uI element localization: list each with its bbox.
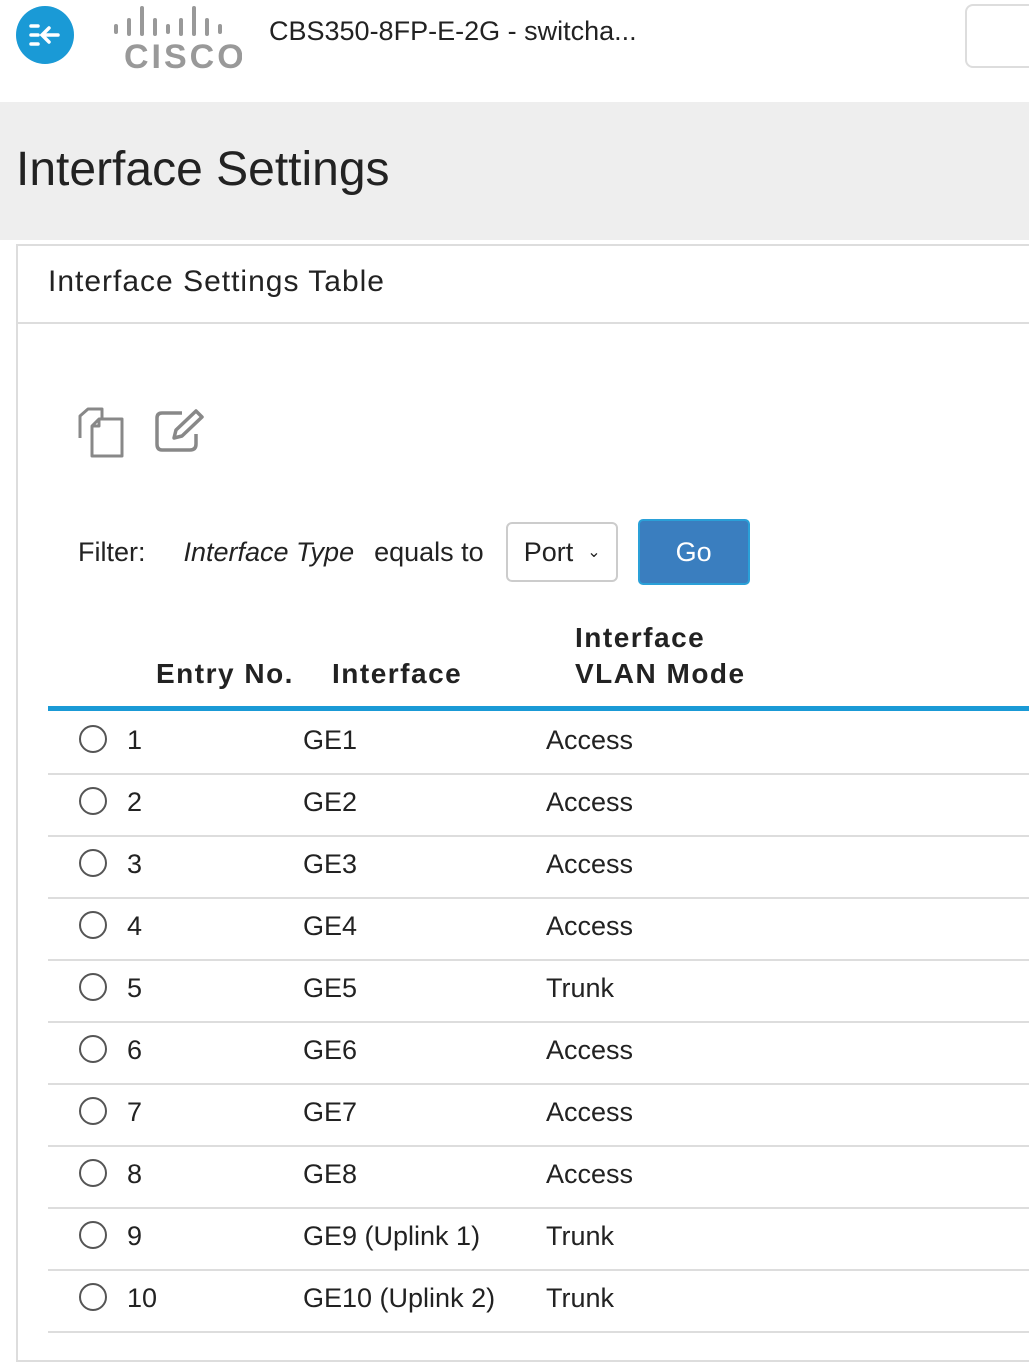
- interface-name: GE7: [303, 1097, 358, 1127]
- row-radio[interactable]: [79, 973, 107, 1001]
- row-radio[interactable]: [79, 725, 107, 753]
- table-row[interactable]: 1 GE1 Access: [48, 711, 1029, 775]
- entry-no: 6: [127, 1035, 143, 1065]
- interface-name: GE4: [303, 911, 358, 941]
- cisco-logo: CISCO: [112, 4, 244, 76]
- vlan-mode: Access: [546, 725, 634, 755]
- svg-text:CISCO: CISCO: [124, 38, 242, 74]
- vlan-mode: Access: [546, 849, 634, 879]
- collapse-menu-icon: [29, 24, 60, 46]
- entry-no: 5: [127, 973, 143, 1003]
- entry-no: 3: [127, 849, 143, 879]
- panel-title: Interface Settings Table: [18, 246, 1029, 324]
- interface-name: GE6: [303, 1035, 358, 1065]
- col-line-1: Interface: [575, 622, 706, 653]
- interface-name: GE8: [303, 1159, 358, 1189]
- row-radio[interactable]: [79, 1283, 107, 1311]
- select-value: Port: [523, 536, 574, 567]
- interface-name: GE2: [303, 787, 358, 817]
- collapse-menu-button[interactable]: [16, 6, 74, 64]
- col-interface: Interface: [332, 658, 463, 689]
- interface-name: GE3: [303, 849, 358, 879]
- entry-no: 1: [127, 725, 143, 755]
- go-button[interactable]: Go: [637, 519, 750, 585]
- interface-type-select[interactable]: Port ⌄: [505, 522, 618, 582]
- vlan-mode: Access: [546, 1097, 634, 1127]
- table-row[interactable]: 2 GE2 Access: [48, 773, 1029, 837]
- interface-name: GE9 (Uplink 1): [303, 1221, 481, 1251]
- page-header: Interface Settings: [0, 102, 1029, 240]
- filter-operator: equals to: [374, 536, 484, 567]
- device-title: CBS350-8FP-E-2G - switcha...: [269, 16, 637, 46]
- vlan-mode: Trunk: [546, 973, 615, 1003]
- row-radio[interactable]: [79, 1159, 107, 1187]
- vlan-mode: Trunk: [546, 1283, 615, 1313]
- col-entry-no: Entry No.: [156, 658, 294, 689]
- vlan-mode: Access: [546, 911, 634, 941]
- top-bar: CISCO CBS350-8FP-E-2G - switcha...: [0, 0, 1029, 102]
- entry-no: 7: [127, 1097, 143, 1127]
- entry-no: 4: [127, 911, 143, 941]
- table-row[interactable]: 6 GE6 Access: [48, 1021, 1029, 1085]
- row-radio[interactable]: [79, 1035, 107, 1063]
- interface-settings-panel: Interface Settings Table Filter: Interfa…: [16, 244, 1029, 1362]
- col-interface-vlan-mode: Interface VLAN Mode: [575, 620, 746, 692]
- table-row[interactable]: 7 GE7 Access: [48, 1083, 1029, 1147]
- table-row[interactable]: 9 GE9 (Uplink 1) Trunk: [48, 1207, 1029, 1271]
- row-radio[interactable]: [79, 849, 107, 877]
- table-row[interactable]: 8 GE8 Access: [48, 1145, 1029, 1209]
- entry-no: 9: [127, 1221, 143, 1251]
- col-line-2: VLAN Mode: [575, 658, 746, 689]
- vlan-mode: Trunk: [546, 1221, 615, 1251]
- interface-name: GE10 (Uplink 2): [303, 1283, 496, 1313]
- filter-label: Filter:: [78, 536, 146, 567]
- row-radio[interactable]: [79, 911, 107, 939]
- interface-name: GE5: [303, 973, 358, 1003]
- header-search-box[interactable]: [965, 4, 1029, 68]
- edit-icon[interactable]: [154, 408, 206, 459]
- vlan-mode: Access: [546, 1035, 634, 1065]
- row-radio[interactable]: [79, 1097, 107, 1125]
- table-row[interactable]: 3 GE3 Access: [48, 835, 1029, 899]
- table-row[interactable]: 4 GE4 Access: [48, 897, 1029, 961]
- vlan-mode: Access: [546, 787, 634, 817]
- table-row[interactable]: 5 GE5 Trunk: [48, 959, 1029, 1023]
- entry-no: 10: [127, 1283, 158, 1313]
- row-radio[interactable]: [79, 1221, 107, 1249]
- entry-no: 8: [127, 1159, 143, 1189]
- entry-no: 2: [127, 787, 143, 817]
- filter-field: Interface Type: [183, 536, 355, 567]
- copy-icon[interactable]: [76, 406, 128, 463]
- chevron-down-icon: ⌄: [587, 544, 601, 561]
- filter-bar: Filter: Interface Type equals to Port ⌄ …: [78, 519, 750, 585]
- table-row[interactable]: 10 GE10 (Uplink 2) Trunk: [48, 1269, 1029, 1333]
- row-radio[interactable]: [79, 787, 107, 815]
- vlan-mode: Access: [546, 1159, 634, 1189]
- page-title: Interface Settings: [16, 143, 390, 196]
- interface-name: GE1: [303, 725, 358, 755]
